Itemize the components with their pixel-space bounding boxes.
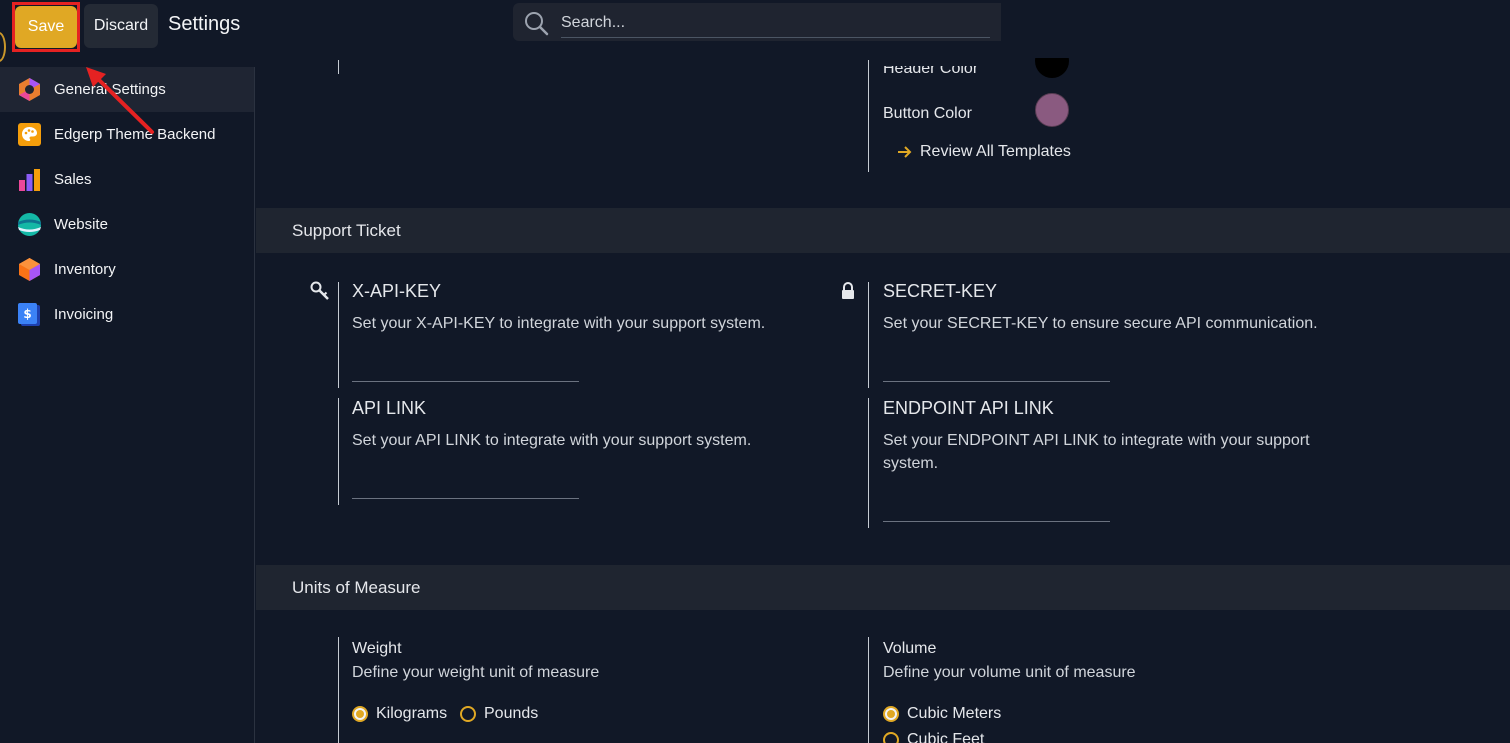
website-globe-icon [18, 213, 41, 236]
secret-key-description: Set your SECRET-KEY to ensure secure API… [883, 315, 1318, 332]
review-templates-label: Review All Templates [920, 143, 1071, 160]
sales-chart-icon [19, 169, 40, 191]
settings-screen: Save Discard Settings General Settings [0, 0, 1510, 743]
button-color-swatch[interactable] [1035, 93, 1069, 127]
sidebar-item-sales[interactable]: Sales [0, 157, 254, 202]
general-settings-icon [19, 78, 40, 101]
weight-title: Weight [352, 640, 402, 657]
discard-button[interactable]: Discard [84, 4, 158, 48]
setting-divider [868, 398, 869, 528]
key-icon [310, 281, 329, 300]
setting-divider [338, 398, 339, 505]
setting-divider [338, 637, 339, 743]
pounds-radio[interactable] [460, 706, 476, 722]
header-color-label: Header Color [883, 60, 979, 77]
endpoint-api-link-description-line2: system. [883, 455, 939, 472]
search-icon[interactable] [523, 10, 549, 36]
api-link-title: API LINK [352, 398, 427, 418]
page-title: Settings [168, 13, 241, 35]
secret-key-input[interactable] [883, 356, 1110, 382]
cubic-feet-radio[interactable] [883, 732, 899, 743]
endpoint-api-link-input[interactable] [883, 496, 1110, 522]
setting-divider [338, 282, 339, 388]
cubic-feet-label: Cubic Feet [907, 731, 985, 743]
setting-divider [868, 637, 869, 743]
endpoint-api-link-title: ENDPOINT API LINK [883, 398, 1054, 418]
api-link-input[interactable] [352, 473, 579, 499]
setting-divider [868, 282, 869, 388]
sidebar-item-label: Website [54, 216, 108, 233]
pounds-label: Pounds [484, 705, 539, 722]
kilograms-radio[interactable] [352, 706, 368, 722]
x-api-key-input[interactable] [352, 356, 579, 382]
save-button[interactable]: Save [15, 6, 77, 48]
review-templates-link[interactable]: Review All Templates [897, 143, 1071, 161]
control-panel: Save Discard Settings [0, 0, 1510, 62]
button-color-label: Button Color [883, 105, 972, 122]
weight-description: Define your weight unit of measure [352, 664, 600, 681]
sidebar-item-label: Inventory [54, 261, 116, 278]
cubic-meters-label: Cubic Meters [907, 705, 1002, 722]
volume-description: Define your volume unit of measure [883, 664, 1136, 681]
setting-divider [868, 60, 869, 172]
volume-title: Volume [883, 640, 937, 657]
app-menu-edge[interactable] [0, 32, 6, 62]
section-title: Support Ticket [292, 221, 401, 240]
section-support-ticket: Support Ticket [256, 208, 1510, 253]
cubic-meters-radio[interactable] [883, 706, 899, 722]
invoicing-dollar-icon: $ [18, 303, 40, 326]
kilograms-label: Kilograms [376, 705, 448, 722]
search-bar [513, 3, 1001, 41]
search-input[interactable] [561, 9, 990, 38]
api-link-description: Set your API LINK to integrate with your… [352, 432, 752, 449]
sidebar-item-label: Invoicing [54, 306, 114, 323]
svg-text:$: $ [23, 307, 31, 321]
secret-key-title: SECRET-KEY [883, 281, 998, 301]
section-units-of-measure: Units of Measure [256, 565, 1510, 610]
sidebar-item-website[interactable]: Website [0, 202, 254, 247]
setting-divider [338, 60, 339, 74]
sidebar-item-label: Sales [54, 171, 92, 188]
palette-icon [18, 123, 41, 146]
settings-content: Header Color Button Color Review All Tem… [256, 52, 1510, 743]
annotation-arrow-icon [86, 67, 154, 134]
x-api-key-title: X-API-KEY [352, 281, 442, 301]
endpoint-api-link-description-line1: Set your ENDPOINT API LINK to integrate … [883, 432, 1310, 449]
sidebar-item-inventory[interactable]: Inventory [0, 247, 254, 292]
lock-icon [842, 282, 854, 299]
arrow-right-icon [898, 146, 912, 158]
settings-sidebar: General Settings Edgerp Theme Backend Sa… [0, 67, 255, 743]
x-api-key-description: Set your X-API-KEY to integrate with you… [352, 315, 766, 332]
sidebar-item-invoicing[interactable]: $ Invoicing [0, 292, 254, 337]
inventory-box-icon [19, 258, 40, 281]
section-title: Units of Measure [292, 578, 421, 597]
